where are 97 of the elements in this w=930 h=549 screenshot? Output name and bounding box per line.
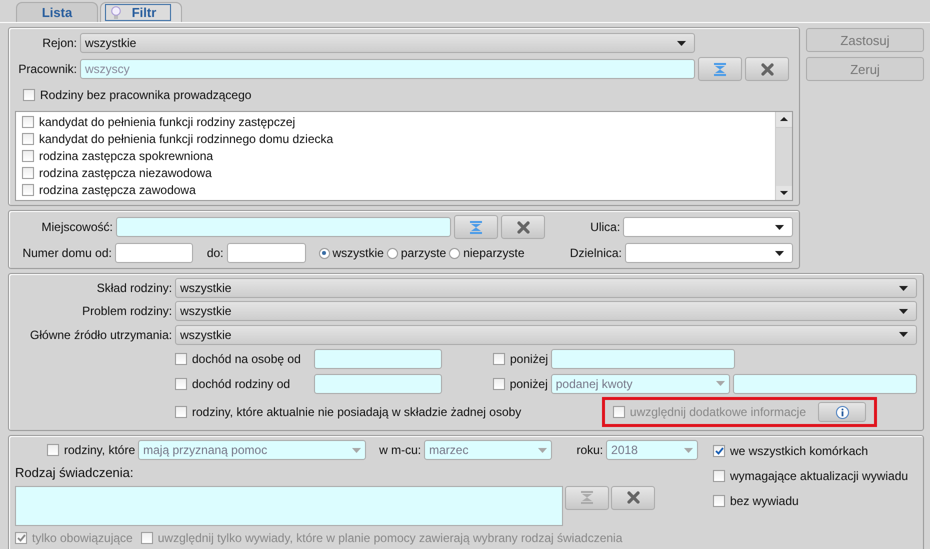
- input-field[interactable]: [314, 374, 442, 394]
- close-icon: [626, 491, 640, 504]
- dropdown[interactable]: wszystkie: [80, 33, 695, 53]
- close-icon: [516, 220, 530, 234]
- checkbox[interactable]: [492, 378, 505, 390]
- checkbox[interactable]: [175, 352, 187, 365]
- radio-label: parzyste: [400, 246, 446, 260]
- input-field[interactable]: [551, 348, 736, 369]
- close-icon: [760, 62, 774, 76]
- checkbox[interactable]: [713, 470, 725, 482]
- field-label: Rodzaj świadczenia:: [15, 465, 134, 480]
- list-item[interactable]: rodzina zastępcza niezawodowa: [39, 166, 212, 180]
- filter-icon: [581, 491, 593, 504]
- info-icon: [836, 406, 848, 419]
- dropdown[interactable]: wszystkie: [175, 278, 917, 298]
- field-label: Skład rodziny:: [96, 281, 172, 296]
- dropdown[interactable]: wszystkie: [175, 301, 917, 322]
- checkbox-label: Rodziny bez pracownika prowadzącego: [40, 88, 252, 102]
- radio-button[interactable]: [449, 248, 460, 258]
- radio-button[interactable]: [386, 248, 398, 258]
- checkbox[interactable]: [175, 406, 187, 418]
- radio-label: nieparzyste: [463, 246, 525, 260]
- list-item[interactable]: rodzina zastępcza spokrewniona: [39, 148, 214, 162]
- dropdown[interactable]: 2018: [606, 440, 698, 460]
- checkbox[interactable]: [713, 495, 725, 507]
- dropdown-arrow-icon: [775, 250, 784, 256]
- dropdown-arrow-icon: [899, 308, 908, 314]
- dropdown-arrow-icon: [774, 224, 784, 230]
- field-label: Numer domu od:: [21, 246, 112, 260]
- checkbox-label: poniżej: [510, 376, 548, 391]
- checkbox-label: bez wywiadu: [730, 494, 799, 508]
- field-label: Główne źródło utrzymania:: [29, 328, 172, 342]
- input-field[interactable]: [116, 217, 452, 237]
- dropdown-arrow-icon: [899, 286, 908, 291]
- dropdown[interactable]: marzec: [424, 440, 552, 460]
- checkbox-label: wymagające aktualizacji wywiadu: [730, 469, 908, 483]
- dropdown-arrow-icon: [538, 448, 548, 452]
- tab[interactable]: Lista: [16, 2, 98, 22]
- dropdown-arrow-icon: [684, 448, 694, 452]
- field-label: Miejscowość:: [40, 220, 113, 234]
- checkbox[interactable]: [22, 132, 34, 144]
- clear-button[interactable]: [611, 486, 655, 510]
- checkbox[interactable]: [22, 166, 34, 178]
- field-label: Pracownik:: [17, 62, 77, 76]
- field-label: Dzielnica:: [568, 246, 622, 260]
- checkbox[interactable]: [175, 378, 187, 390]
- checkbox-label: dochód na osobę od: [192, 352, 301, 366]
- checkbox-label: we wszystkich komórkach: [730, 444, 868, 458]
- field-label: roku:: [575, 443, 604, 457]
- input-field[interactable]: [314, 348, 442, 369]
- dropdown[interactable]: [624, 243, 794, 263]
- input-field[interactable]: [114, 243, 193, 263]
- checkbox-label: tylko obowiązujące: [32, 531, 133, 546]
- filter-button[interactable]: [698, 57, 742, 81]
- checkbox-label: rodziny, które: [64, 443, 136, 457]
- lightbulb-icon: [110, 6, 121, 20]
- tab[interactable]: Filtr: [100, 2, 182, 22]
- checkbox[interactable]: [22, 116, 34, 128]
- scrollbar[interactable]: [775, 112, 792, 200]
- dropdown-arrow-icon: [899, 332, 908, 338]
- dropdown[interactable]: [623, 217, 793, 237]
- input-field[interactable]: wszyscy: [80, 59, 695, 79]
- checkbox-label: uwzględnij dodatkowe informacje: [630, 405, 806, 420]
- radio-button[interactable]: [318, 248, 330, 258]
- dropdown-arrow-icon: [352, 448, 362, 452]
- list-item[interactable]: rodzina zastępcza zawodowa: [39, 182, 196, 196]
- field-label: w m-cu:: [378, 443, 422, 457]
- checkbox[interactable]: [23, 89, 35, 101]
- list-item[interactable]: kandydat do pełnienia funkcji rodziny zastępczej: [39, 114, 296, 128]
- clear-button[interactable]: [501, 215, 546, 239]
- checkbox[interactable]: [713, 445, 725, 457]
- field-label: Problem rodziny:: [81, 304, 172, 318]
- dropdown-arrow-icon: [677, 40, 686, 46]
- dropdown-arrow-icon: [716, 381, 726, 386]
- checkbox-label: poniżej: [510, 352, 548, 366]
- checkbox[interactable]: [47, 444, 59, 456]
- filter-icon: [714, 62, 726, 76]
- field-label: do:: [206, 246, 224, 260]
- checkbox-label: rodziny, które aktualnie nie posiadają w składzie żadnej osoby: [192, 405, 522, 420]
- checkbox-label: dochód rodziny od: [192, 376, 290, 391]
- checkbox-label: uwzględnij tylko wywiady, które w planie pomocy zawierają wybrany rodzaj świadczenia: [158, 531, 622, 546]
- checkbox[interactable]: [22, 184, 34, 196]
- dropdown[interactable]: wszystkie: [175, 324, 917, 345]
- input-field[interactable]: [226, 243, 306, 263]
- filter-icon: [470, 220, 482, 234]
- dropdown[interactable]: podanej kwoty: [550, 374, 730, 394]
- field-label: Ulica:: [589, 220, 620, 234]
- radio-label: wszystkie: [332, 246, 384, 260]
- input-field[interactable]: [733, 374, 917, 394]
- list-item[interactable]: kandydat do pełnienia funkcji rodzinnego domu dziecka: [39, 132, 334, 146]
- checkbox[interactable]: [22, 150, 34, 162]
- text-area[interactable]: [15, 486, 563, 526]
- clear-button[interactable]: [745, 57, 789, 81]
- field-label: Rejon:: [41, 36, 77, 50]
- checkbox[interactable]: [493, 352, 505, 365]
- dropdown[interactable]: mają przyznaną pomoc: [138, 440, 366, 460]
- filter-button[interactable]: [454, 215, 498, 239]
